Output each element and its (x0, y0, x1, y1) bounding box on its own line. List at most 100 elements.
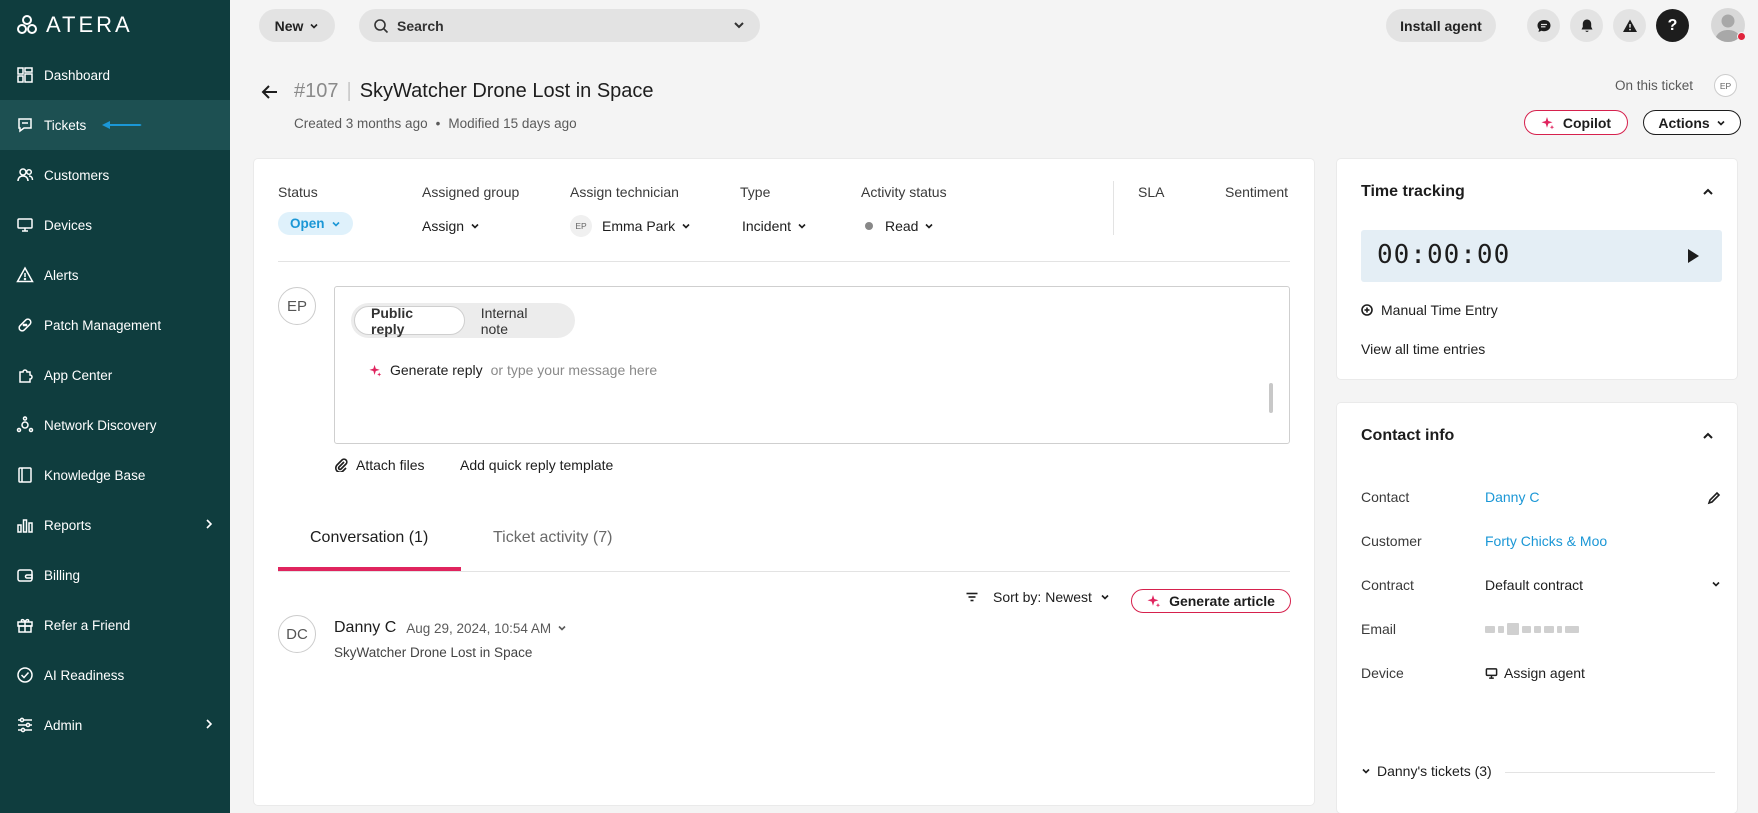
help-icon[interactable]: ? (1656, 9, 1689, 42)
install-agent-button[interactable]: Install agent (1386, 9, 1496, 42)
monitor-icon (1485, 667, 1498, 679)
add-circle-icon (1361, 304, 1373, 316)
meta-dot: • (435, 116, 441, 131)
status-dropdown[interactable]: Open (278, 212, 353, 235)
filter-icon (966, 592, 978, 602)
ticket-meta: Created 3 months ago • Modified 15 days … (294, 116, 577, 131)
sidebar-item-devices[interactable]: Devices (0, 200, 230, 250)
search-label: Search (397, 17, 444, 34)
atera-logo[interactable]: ATERA (16, 12, 133, 37)
chevron-down-icon (471, 223, 479, 229)
tickets-divider (1505, 772, 1715, 773)
reply-mode-tabs: Public reply Internal note (351, 303, 575, 338)
assign-agent-button[interactable]: Assign agent (1485, 665, 1585, 681)
new-button[interactable]: New (259, 9, 335, 42)
app-center-icon (16, 366, 34, 384)
status-dot (1737, 32, 1746, 41)
chevron-down-icon (1101, 594, 1109, 600)
contact-row: Contact Danny C (1361, 489, 1721, 505)
sidebar-item-alerts[interactable]: Alerts (0, 250, 230, 300)
sort-dropdown[interactable]: Sort by: Newest (965, 589, 1110, 605)
editor-scrollbar[interactable] (1269, 383, 1273, 413)
sidebar-item-customers[interactable]: Customers (0, 150, 230, 200)
chevron-down-icon[interactable] (1711, 579, 1721, 589)
technician-avatar: EP (570, 215, 592, 237)
dannys-tickets-toggle[interactable]: Danny's tickets (3) (1361, 763, 1492, 779)
tickets-icon (16, 116, 34, 134)
sidebar-item-dashboard[interactable]: Dashboard (0, 50, 230, 100)
contact-link[interactable]: Danny C (1485, 489, 1539, 505)
new-button-label: New (274, 17, 304, 34)
viewer-avatar[interactable]: EP (1714, 74, 1737, 97)
contact-info-title: Contact info (1361, 427, 1455, 444)
sidebar-item-refer-a-friend[interactable]: Refer a Friend (0, 600, 230, 650)
sla-label: SLA (1138, 184, 1165, 200)
time-tracking-card: Time tracking 00:00:00 Manual Time Entry… (1337, 159, 1737, 379)
sidebar-item-ai-readiness[interactable]: AI Readiness (0, 650, 230, 700)
activity-status-dropdown[interactable]: Read (865, 218, 934, 234)
customer-link[interactable]: Forty Chicks & Moo (1485, 533, 1607, 549)
reply-placeholder[interactable]: or type your message here (491, 362, 658, 378)
contract-dropdown[interactable]: Default contract (1485, 577, 1583, 593)
ticket-number: #107 (294, 80, 339, 102)
manual-time-entry-button[interactable]: Manual Time Entry (1361, 302, 1498, 318)
generate-article-button[interactable]: Generate article (1131, 589, 1291, 613)
device-row: Device Assign agent (1361, 665, 1721, 681)
generate-reply-button[interactable]: Generate reply (390, 362, 483, 378)
actions-button[interactable]: Actions (1643, 110, 1741, 135)
sidebar-item-tickets[interactable]: Tickets (0, 100, 230, 150)
install-agent-label: Install agent (1400, 17, 1482, 34)
quick-reply-template-button[interactable]: Add quick reply template (460, 457, 613, 473)
status-label: Status (278, 184, 318, 200)
timer-display: 00:00:00 (1361, 230, 1722, 282)
search-icon (374, 18, 389, 33)
contract-value: Default contract (1485, 577, 1584, 593)
back-arrow-icon[interactable] (260, 82, 280, 102)
message-subject: SkyWatcher Drone Lost in Space (334, 645, 533, 660)
chevron-up-icon[interactable] (1701, 429, 1715, 443)
message-date-dropdown[interactable]: Aug 29, 2024, 10:54 AM (406, 621, 567, 636)
sidebar-item-admin[interactable]: Admin (0, 700, 230, 750)
type-value: Incident (742, 218, 792, 234)
sidebar-item-label: Alerts (44, 267, 79, 283)
bell-icon[interactable] (1570, 9, 1603, 42)
warning-icon[interactable] (1613, 9, 1646, 42)
tab-ticket-activity[interactable]: Ticket activity (7) (493, 529, 612, 547)
sidebar-item-billing[interactable]: Billing (0, 550, 230, 600)
chevron-up-icon[interactable] (1701, 185, 1715, 199)
contract-row: Contract Default contract (1361, 577, 1721, 593)
sort-label: Sort by: (993, 589, 1042, 605)
sidebar-item-patch-management[interactable]: Patch Management (0, 300, 230, 350)
chevron-down-icon[interactable] (732, 18, 746, 32)
technician-dropdown[interactable]: EP Emma Park (570, 215, 691, 237)
status-badge[interactable]: Open (278, 212, 353, 235)
sidebar-item-app-center[interactable]: App Center (0, 350, 230, 400)
sidebar-item-label: Devices (44, 217, 93, 233)
sidebar-item-reports[interactable]: Reports (0, 500, 230, 550)
device-label: Device (1361, 665, 1404, 681)
edit-pencil-icon[interactable] (1707, 491, 1721, 505)
section-divider (278, 261, 1290, 262)
view-all-time-entries-link[interactable]: View all time entries (1361, 341, 1485, 357)
reply-editor[interactable]: Public reply Internal note Generate repl… (334, 286, 1290, 444)
type-dropdown[interactable]: Incident (742, 218, 807, 234)
copilot-button[interactable]: Copilot (1524, 110, 1628, 135)
chevron-down-icon (331, 221, 340, 227)
devices-icon (16, 216, 34, 234)
sidebar-item-knowledge-base[interactable]: Knowledge Base (0, 450, 230, 500)
tab-conversation[interactable]: Conversation (1) (310, 529, 428, 547)
chat-icon[interactable] (1527, 9, 1560, 42)
play-icon[interactable] (1686, 248, 1700, 264)
ticket-main-card: Status Open Assigned group Assign Assign… (254, 159, 1314, 805)
search-input[interactable]: Search (359, 9, 760, 42)
logo-icon (17, 15, 37, 34)
paperclip-icon (334, 458, 348, 472)
attach-files-label: Attach files (356, 457, 425, 473)
knowledge-icon (16, 466, 34, 484)
ai-readiness-icon (16, 666, 34, 684)
attach-files-button[interactable]: Attach files (334, 457, 424, 473)
tab-public-reply[interactable]: Public reply (354, 305, 465, 337)
sidebar-item-network-discovery[interactable]: Network Discovery (0, 400, 230, 450)
assigned-group-dropdown[interactable]: Assign (422, 218, 480, 234)
tab-internal-note[interactable]: Internal note (465, 305, 572, 337)
